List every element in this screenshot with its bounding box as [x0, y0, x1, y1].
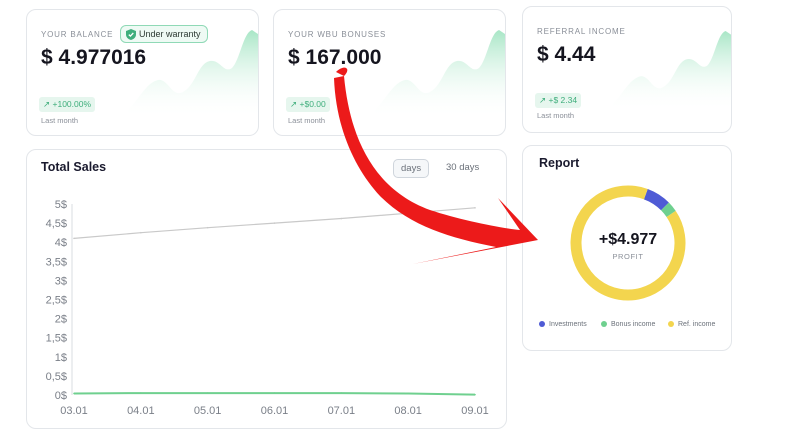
y-tick-label: 2,5$: [46, 295, 67, 307]
referral-value: $ 4.44: [537, 43, 596, 66]
data-point: [474, 207, 476, 209]
y-tick-label: 3,5$: [46, 256, 67, 268]
balance-card: YOUR BALANCE Under warranty $ 4.977016 ↗…: [26, 9, 259, 136]
data-point: [140, 392, 142, 394]
bonuses-card: YOUR WBU BONUSES $ 167.000 ↗ +$0.00 Last…: [273, 9, 506, 136]
referral-sparkline: [613, 30, 731, 111]
x-tick-label: 08.01: [394, 405, 422, 417]
x-tick-label: 06.01: [261, 405, 289, 417]
x-tick-label: 09.01: [461, 405, 489, 417]
y-tick-label: 0,5$: [46, 371, 67, 383]
y-tick-label: 1,5$: [46, 333, 67, 345]
y-tick-label: 3$: [55, 275, 67, 287]
donut-slice-bonus-income: [660, 202, 676, 218]
y-tick-label: 5$: [55, 199, 67, 211]
y-tick-label: 4,5$: [46, 218, 67, 230]
balance-label: YOUR BALANCE: [41, 30, 114, 39]
profit-total: +$4.977: [598, 231, 658, 248]
y-tick-label: 2$: [55, 314, 67, 326]
x-tick-label: 04.01: [127, 405, 155, 417]
trend-up-icon: ↗: [290, 99, 298, 109]
legend-label: Bonus income: [611, 321, 656, 328]
bonuses-change-badge: ↗ +$0.00: [286, 97, 330, 112]
referral-change-value: +$ 2.34: [548, 95, 578, 105]
balance-sparkline: [128, 30, 258, 118]
referral-change-badge: ↗ +$ 2.34: [535, 93, 582, 108]
y-tick-label: 0$: [55, 390, 67, 402]
legend-ref-income: Ref. income: [668, 321, 715, 328]
y-tick-label: 1$: [55, 352, 67, 364]
data-point: [474, 393, 476, 396]
referral-period: Last month: [537, 111, 575, 120]
sales-card: Total Sales days 30 days 0$ 0,5$ 1$ 1,5$ 2$ 2…: [26, 149, 507, 429]
data-point: [73, 392, 75, 395]
data-point: [340, 217, 343, 220]
data-point: [140, 231, 142, 234]
legend-label: Investments: [549, 321, 587, 328]
data-point: [407, 212, 409, 214]
balance-change-value: +100.00%: [52, 99, 92, 109]
trend-up-icon: ↗: [43, 99, 51, 109]
x-tick-label: 03.01: [60, 405, 88, 417]
bonuses-value: $ 167.000: [288, 46, 382, 69]
legend-dot: [668, 321, 674, 327]
trend-up-icon: ↗: [539, 95, 547, 105]
donut-slice-investments: [643, 188, 669, 211]
referral-card: REFERRAL INCOME $ 4.44 ↗ +$ 2.34 Last mo…: [522, 6, 732, 133]
data-point: [273, 392, 276, 394]
bonuses-change-value: +$0.00: [299, 99, 326, 109]
bonuses-sparkline: [375, 30, 505, 118]
bonuses-period: Last month: [288, 116, 326, 125]
sales-line-chart: 0$ 0,5$ 1$ 1,5$ 2$ 2,5$ 3$ 3,5$ 4$ 4,5$ 5$ 03.01 04.…: [46, 199, 489, 417]
data-point: [407, 392, 409, 395]
y-tick-label: 4$: [55, 237, 67, 249]
profit-label: PROFIT: [612, 252, 644, 261]
x-tick-label: 05.01: [194, 405, 222, 417]
bonuses-label: YOUR WBU BONUSES: [288, 30, 387, 39]
balance-period: Last month: [41, 116, 79, 125]
balance-change-badge: ↗ +100.00%: [39, 97, 96, 112]
legend-investments: Investments: [539, 321, 587, 328]
legend-dot: [539, 321, 545, 327]
data-point: [206, 226, 209, 229]
legend-dot: [601, 321, 607, 327]
x-tick-label: 07.01: [328, 405, 356, 417]
legend-bonus-income: Bonus income: [601, 321, 655, 328]
report-card: Report +$4.977 PROFIT Investments Bonus …: [522, 145, 732, 351]
data-point: [340, 392, 343, 394]
data-point: [73, 237, 75, 240]
legend-label: Ref. income: [678, 321, 716, 328]
data-point: [273, 222, 276, 224]
data-point: [206, 392, 209, 394]
